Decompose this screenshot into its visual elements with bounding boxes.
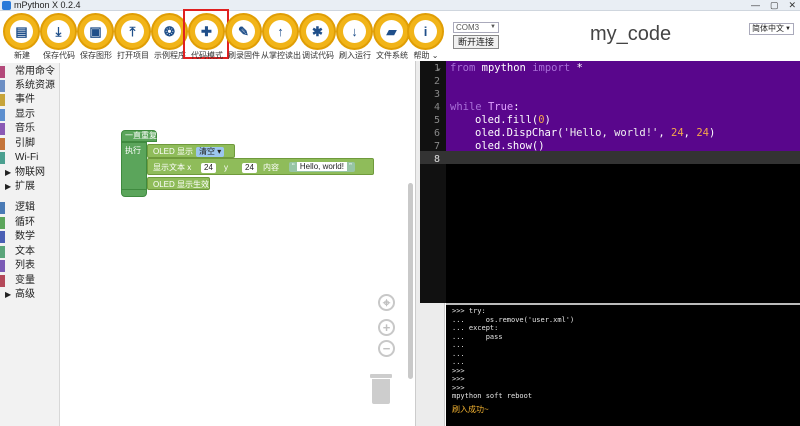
zoom-out-icon[interactable]: − [378,340,395,357]
line-number: 3 [433,89,440,100]
line-number: 6 [433,128,440,139]
code-line-7: oled.show() [475,140,545,152]
close-button[interactable]: ✕ [788,0,796,11]
save-graphic-icon: ▣ [89,24,102,39]
category-wifi[interactable]: Wi-Fi [0,151,60,165]
block-category-sidebar: 常用命令 系统资源 事件 显示 音乐 引脚 Wi-Fi ▶ 物联网 ▶ 扩展 逻辑 … [0,63,60,426]
minimize-button[interactable]: — [751,0,760,11]
code-line-6: oled.DispChar('Hello, world!', 24, 24) [475,127,716,139]
loop-footer [121,189,147,197]
oled-apply-block[interactable]: OLED 显示生效 [147,177,210,190]
quote-open: “ [292,162,295,171]
oled-show-label: OLED 显示 [153,147,194,156]
expand-triangle-icon: ▶ [5,168,12,177]
line-number: 8 [433,154,440,165]
loop-body-frame[interactable]: 执行 [121,142,147,192]
category-system[interactable]: 系统资源 [0,79,60,93]
wrench-icon: ✎ [238,24,249,39]
category-iot[interactable]: ▶ 物联网 [0,166,60,180]
oled-clear-block[interactable]: OLED 显示 清空 ▾ [147,144,235,158]
dropdown-arrow-icon: ▼ [490,24,496,30]
forever-loop-block[interactable]: 一直重复 [121,130,157,142]
new-file-icon: ▤ [15,24,28,39]
project-title[interactable]: my_code [590,22,671,46]
flash-success-message: 刷入成功~ [452,405,489,414]
category-common[interactable]: 常用命令 [0,65,60,79]
text-value-block[interactable]: “ Hello, world! ” [289,162,355,172]
do-label: 执行 [125,146,141,155]
expand-triangle-icon: ▶ [5,182,12,191]
app-logo-icon [2,1,11,10]
category-loops[interactable]: 循环 [0,216,60,230]
trash-icon[interactable] [370,374,392,404]
y-label: y [224,163,228,172]
recenter-icon[interactable]: ⌖ [378,294,395,311]
folder-icon: ▰ [386,24,397,39]
category-extensions[interactable]: ▶ 扩展 [0,180,60,194]
category-display[interactable]: 显示 [0,108,60,122]
text-value-field[interactable]: Hello, world! [296,162,347,171]
code-line-4: while True: [450,101,520,113]
content-label: 内容 [263,163,279,172]
language-value: 简体中文 [752,24,784,33]
disconnect-button[interactable]: 断开连接 [453,35,499,49]
chevron-down-icon[interactable]: ⌄ [432,51,439,60]
window-title: mPython X 0.2.4 [14,0,81,10]
category-lists[interactable]: 列表 [0,259,60,273]
line-number-gutter: ⌄ 1 2 3 4 5 6 7 8 [420,61,446,303]
code-line-1: from mpython import * [450,62,583,74]
line-number: 4 [433,102,440,113]
code-line-5: oled.fill(0) [475,114,551,126]
show-text-label: 显示文本 x [153,163,192,172]
category-text[interactable]: 文本 [0,245,60,259]
oled-apply-label: OLED 显示生效 [153,180,210,189]
line-number: 7 [433,141,440,152]
port-select[interactable]: COM3 ▼ [453,22,499,33]
toolbar: ▤ 新建 ⤓ 保存代码 ▣ 保存图形 ⤒ 打开项目 ❂ 示例程序 ✚ 代码模式 … [0,9,448,61]
help-button[interactable]: i 帮助 ⌄ [404,12,448,60]
language-select[interactable]: 简体中文 ▼ [749,23,794,35]
category-music[interactable]: 音乐 [0,122,60,136]
category-pins[interactable]: 引脚 [0,137,60,151]
save-code-icon: ⤓ [55,24,62,39]
console-output: >>> try: ... os.remove('user.xml') ... e… [452,307,575,400]
upload-icon: ↑ [277,24,284,39]
display-text-block[interactable]: 显示文本 x 24 y 24 内容 “ Hello, world! ” [147,158,374,175]
examples-icon: ❂ [164,24,175,39]
download-run-icon: ↓ [351,24,358,39]
loop-label: 一直重复 [125,131,157,140]
line-number: 1 [433,63,440,74]
zoom-in-icon[interactable]: + [378,319,395,336]
y-value-field[interactable]: 24 [242,163,257,173]
puzzle-icon: ✚ [201,24,212,39]
quote-close: ” [349,162,352,171]
open-project-icon: ⤒ [129,24,136,39]
info-icon: i [423,24,428,39]
x-value-field[interactable]: 24 [201,163,216,173]
code-text[interactable]: from mpython import * while True: oled.fil… [450,61,715,153]
port-value: COM3 [456,23,480,32]
category-advanced[interactable]: ▶ 高级 [0,288,60,302]
category-events[interactable]: 事件 [0,93,60,107]
category-variables[interactable]: 变量 [0,274,60,288]
dropdown-arrow-icon: ▼ [785,26,791,32]
category-math[interactable]: 数学 [0,230,60,244]
expand-triangle-icon: ▶ [5,290,12,299]
help-label: 帮助 ⌄ [413,51,439,60]
block-workspace[interactable] [61,63,414,426]
maximize-button[interactable]: ▢ [770,0,779,11]
line-number: 2 [433,76,440,87]
bug-icon: ✱ [312,24,323,39]
title-bar: mPython X 0.2.4 — ▢ ✕ [0,0,800,11]
line-number: 5 [433,115,440,126]
oled-mode-dropdown[interactable]: 清空 ▾ [196,147,225,157]
workspace-scrollbar[interactable] [408,183,413,379]
category-logic[interactable]: 逻辑 [0,201,60,215]
serial-console[interactable]: >>> try: ... os.remove('user.xml') ... e… [446,305,800,426]
